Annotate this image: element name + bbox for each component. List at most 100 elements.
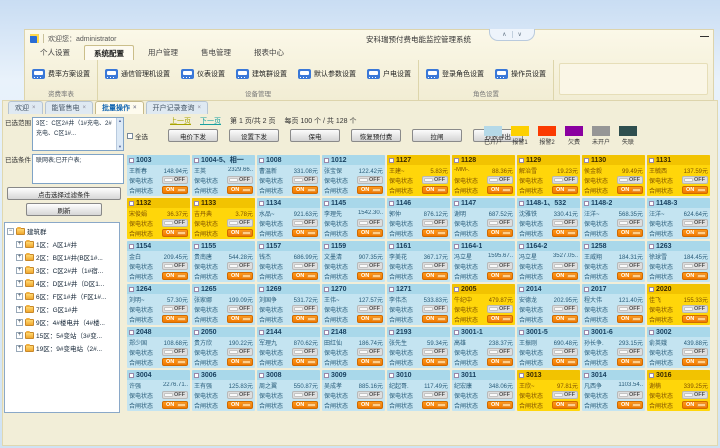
switch-close-toggle[interactable]: ON (227, 315, 253, 323)
switch-close-toggle[interactable]: ON (617, 401, 643, 409)
card-checkbox[interactable] (324, 373, 329, 378)
card-checkbox[interactable] (129, 244, 134, 249)
power-protect-toggle[interactable]: OFF (162, 348, 188, 356)
ribbon-button[interactable]: 费率方案设置 (32, 69, 90, 79)
refresh-button[interactable]: 刷新 (26, 203, 102, 216)
card-checkbox[interactable] (324, 158, 329, 163)
card-checkbox[interactable] (389, 373, 394, 378)
card-checkbox[interactable] (259, 373, 264, 378)
meter-card[interactable]: 1265张家娜199.09元保电状态OFF合闸状态ON (192, 284, 255, 325)
card-checkbox[interactable] (194, 330, 199, 335)
switch-close-toggle[interactable]: ON (552, 229, 578, 237)
card-checkbox[interactable] (324, 287, 329, 292)
switch-close-toggle[interactable]: ON (487, 229, 513, 237)
ribbon-button[interactable]: 户电设置 (367, 69, 411, 79)
card-checkbox[interactable] (454, 330, 459, 335)
card-checkbox[interactable] (129, 158, 134, 163)
power-protect-toggle[interactable]: OFF (617, 305, 643, 313)
switch-close-toggle[interactable]: ON (422, 229, 448, 237)
meter-card[interactable]: 1131王毓西137.59元保电状态OFF合闸状态ON (647, 155, 710, 196)
power-protect-toggle[interactable]: OFF (487, 219, 513, 227)
toolbar-button[interactable]: 恢复预付费 (351, 129, 401, 142)
power-protect-toggle[interactable]: OFF (357, 348, 383, 356)
power-protect-toggle[interactable]: OFF (292, 305, 318, 313)
card-checkbox[interactable] (649, 158, 654, 163)
power-protect-toggle[interactable]: OFF (487, 262, 513, 270)
meter-card[interactable]: 3004许强2276.71..保电状态OFF合闸状态ON (127, 370, 190, 411)
card-checkbox[interactable] (519, 244, 524, 249)
switch-close-toggle[interactable]: ON (357, 358, 383, 366)
switch-close-toggle[interactable]: ON (682, 272, 708, 280)
meter-card[interactable]: 1271李伟杰533.83元保电状态OFF合闸状态ON (387, 284, 450, 325)
switch-close-toggle[interactable]: ON (487, 358, 513, 366)
switch-close-toggle[interactable]: ON (162, 315, 188, 323)
switch-close-toggle[interactable]: ON (162, 229, 188, 237)
meter-card[interactable]: 1161李美花367.17元保电状态OFF合闸状态ON (387, 241, 450, 282)
switch-close-toggle[interactable]: ON (357, 315, 383, 323)
card-checkbox[interactable] (194, 201, 199, 206)
card-checkbox[interactable] (324, 201, 329, 206)
meter-card[interactable]: 1127王建~5.83元保电状态OFF合闸状态ON (387, 155, 450, 196)
collapse-expander-icon[interactable]: − (7, 228, 14, 235)
toolbar-button[interactable]: 电价下发 (168, 129, 218, 142)
power-protect-toggle[interactable]: OFF (227, 348, 253, 356)
power-protect-toggle[interactable]: OFF (162, 176, 188, 184)
meter-card[interactable]: 3011纪宏康348.06元保电状态OFF合闸状态ON (452, 370, 515, 411)
card-checkbox[interactable] (389, 330, 394, 335)
doc-tab[interactable]: 开户记录查询× (146, 101, 209, 114)
power-protect-toggle[interactable]: OFF (487, 391, 513, 399)
switch-close-toggle[interactable]: ON (487, 401, 513, 409)
tree-item[interactable]: +9区：4#楼电井（4#楼... (16, 317, 117, 327)
power-protect-toggle[interactable]: OFF (682, 391, 708, 399)
ribbon-tab[interactable]: 个人设置 (31, 45, 79, 60)
power-protect-toggle[interactable]: OFF (617, 262, 643, 270)
meter-card[interactable]: 1004-5、相一王英2329.66..保电状态OFF合闸状态ON (192, 155, 255, 196)
close-icon[interactable]: × (83, 105, 87, 111)
meter-card[interactable]: 1008曹温新331.08元保电状态OFF合闸状态ON (257, 155, 320, 196)
switch-close-toggle[interactable]: ON (617, 229, 643, 237)
expand-expander-icon[interactable]: + (16, 280, 23, 287)
card-checkbox[interactable] (389, 244, 394, 249)
collapse-down-icon[interactable]: ∨ (518, 31, 522, 38)
switch-close-toggle[interactable]: ON (162, 186, 188, 194)
expand-expander-icon[interactable]: + (16, 332, 23, 339)
card-checkbox[interactable] (259, 330, 264, 335)
power-protect-toggle[interactable]: OFF (227, 305, 253, 313)
power-protect-toggle[interactable]: OFF (422, 391, 448, 399)
card-checkbox[interactable] (324, 330, 329, 335)
power-protect-toggle[interactable]: OFF (552, 176, 578, 184)
power-protect-toggle[interactable]: OFF (552, 348, 578, 356)
ribbon-tab[interactable]: 系统配置 (84, 45, 134, 60)
card-checkbox[interactable] (259, 201, 264, 206)
expand-expander-icon[interactable]: + (16, 319, 23, 326)
meter-card[interactable]: 1159文墨清907.35元保电状态OFF合闸状态ON (322, 241, 385, 282)
meter-card[interactable]: 3014凡西争1103.54..保电状态OFF合闸状态ON (582, 370, 645, 411)
ribbon-tab[interactable]: 报表中心 (245, 45, 293, 60)
power-protect-toggle[interactable]: OFF (227, 176, 253, 184)
meter-card[interactable]: 1164-2冯立星3527.05..保电状态OFF合闸状态ON (517, 241, 580, 282)
card-checkbox[interactable] (649, 201, 654, 206)
card-checkbox[interactable] (649, 330, 654, 335)
toolbar-button[interactable]: 拉闸 (412, 129, 462, 142)
meter-card[interactable]: 2017程大伟121.40元保电状态OFF合闸状态ON (582, 284, 645, 325)
switch-close-toggle[interactable]: ON (682, 229, 708, 237)
switch-close-toggle[interactable]: ON (422, 358, 448, 366)
meter-card[interactable]: 2005牛纪中479.87元保电状态OFF合闸状态ON (452, 284, 515, 325)
meter-card[interactable]: 1146郭仲876.12元保电状态OFF合闸状态ON (387, 198, 450, 239)
power-protect-toggle[interactable]: OFF (617, 348, 643, 356)
power-protect-toggle[interactable]: OFF (487, 176, 513, 184)
tree-item[interactable]: +7区：G区1#井 (16, 304, 117, 314)
meter-card[interactable]: 1164-1冯立星1595.67..保电状态OFF合闸状态ON (452, 241, 515, 282)
meter-card[interactable]: 1147谢明687.52元保电状态OFF合闸状态ON (452, 198, 515, 239)
meter-card[interactable]: 3001-6孙长争.293.15元保电状态OFF合闸状态ON (582, 327, 645, 368)
meter-card[interactable]: 1128-MM-.88.36元保电状态OFF合闸状态ON (452, 155, 515, 196)
toolbar-button[interactable]: 设置下发 (229, 129, 279, 142)
power-protect-toggle[interactable]: OFF (617, 391, 643, 399)
switch-close-toggle[interactable]: ON (682, 186, 708, 194)
meter-card[interactable]: 2014安德龙202.95元保电状态OFF合闸状态ON (517, 284, 580, 325)
power-protect-toggle[interactable]: OFF (552, 305, 578, 313)
meter-card[interactable]: 1264刘明~57.30元保电状态OFF合闸状态ON (127, 284, 190, 325)
power-protect-toggle[interactable]: OFF (162, 391, 188, 399)
switch-close-toggle[interactable]: ON (292, 358, 318, 366)
power-protect-toggle[interactable]: OFF (357, 262, 383, 270)
